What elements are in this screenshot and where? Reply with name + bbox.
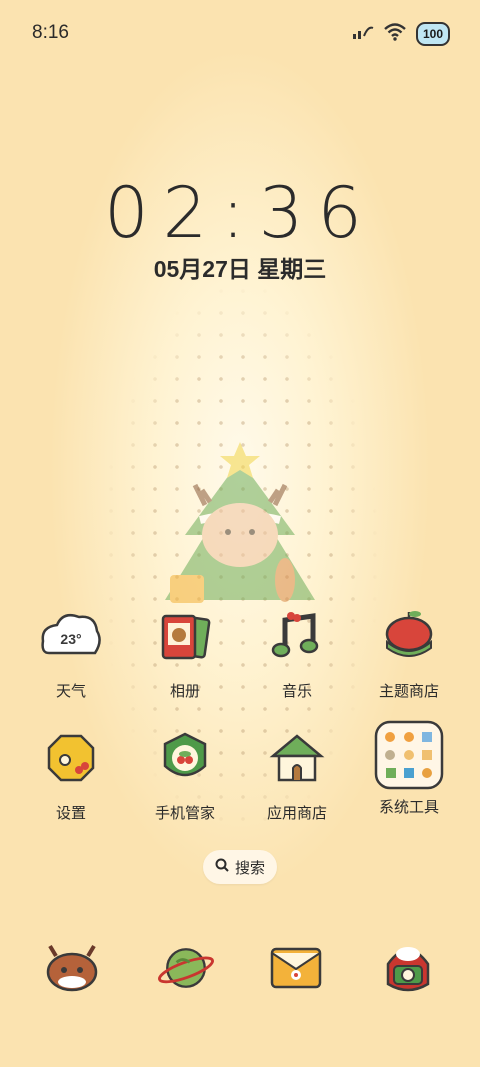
app-label: 音乐 xyxy=(281,683,312,700)
search-label: 搜索 xyxy=(234,859,265,877)
search-button[interactable]: 搜索 xyxy=(203,850,277,884)
camera-icon[interactable] xyxy=(378,938,438,998)
weather-cloud-icon: 23° xyxy=(39,604,103,668)
app-weather[interactable]: 23° 天气 xyxy=(16,604,126,701)
wifi-icon xyxy=(384,22,406,46)
lockscreen-clock: 02:36 xyxy=(104,172,376,254)
app-label: 天气 xyxy=(55,683,86,700)
phone-manager-shield-icon xyxy=(153,726,217,790)
app-theme-store[interactable]: 主题商店 xyxy=(354,604,464,701)
app-store-house-icon xyxy=(265,726,329,790)
planet-browser-icon[interactable] xyxy=(156,938,216,998)
app-phone-manager[interactable]: 手机管家 xyxy=(130,726,240,823)
battery-icon: 100 xyxy=(416,22,450,46)
signal-icon xyxy=(352,24,374,45)
deer-phone-icon[interactable] xyxy=(42,938,102,998)
settings-gear-icon xyxy=(39,726,103,790)
music-note-icon xyxy=(265,604,329,668)
system-tools-folder-icon xyxy=(374,720,444,790)
envelope-messages-icon[interactable] xyxy=(266,938,326,998)
status-time: 8:16 xyxy=(32,22,69,43)
search-icon xyxy=(215,858,229,876)
app-label: 系统工具 xyxy=(378,799,439,816)
app-label: 手机管家 xyxy=(154,805,215,822)
svg-text:23°: 23° xyxy=(60,631,81,647)
app-settings[interactable]: 设置 xyxy=(16,726,126,823)
status-icons: 100 xyxy=(352,22,450,46)
app-app-store[interactable]: 应用商店 xyxy=(242,726,352,823)
app-music[interactable]: 音乐 xyxy=(242,604,352,701)
app-photo-album[interactable]: 相册 xyxy=(130,604,240,701)
photo-album-icon xyxy=(153,604,217,668)
theme-store-apple-icon xyxy=(377,604,441,668)
lockscreen-date: 05月27日 星期三 xyxy=(153,256,327,282)
app-system-tools[interactable]: 系统工具 xyxy=(354,720,464,817)
christmas-tree-deer-illustration xyxy=(150,440,330,630)
app-label: 设置 xyxy=(55,805,86,822)
app-label: 相册 xyxy=(169,683,200,700)
status-bar: 8:16 100 xyxy=(0,0,480,66)
app-label: 主题商店 xyxy=(378,683,439,700)
app-label: 应用商店 xyxy=(266,805,327,822)
